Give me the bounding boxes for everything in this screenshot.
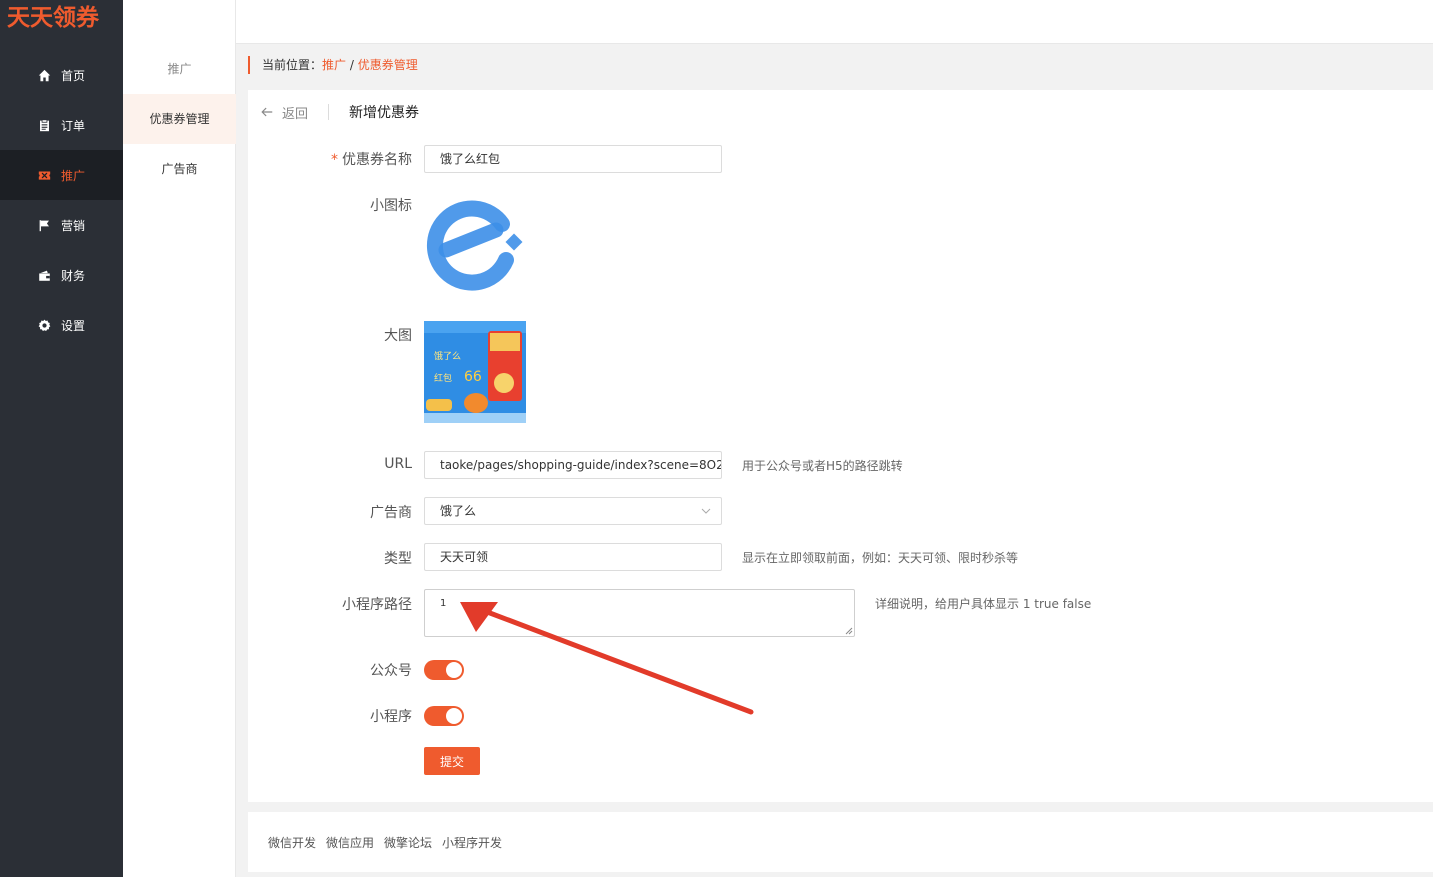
form-card: 返回 新增优惠券 *优惠券名称 饿了么红包 小图标 大图 饿了么 红包 66 bbox=[248, 90, 1433, 802]
footer-link-wechat-apps[interactable]: 微信应用 bbox=[326, 834, 374, 851]
mini-program-toggle[interactable] bbox=[424, 706, 464, 726]
svg-text:66: 66 bbox=[464, 369, 482, 385]
svg-text:饿了么: 饿了么 bbox=[434, 350, 461, 362]
sidebar-item-label: 设置 bbox=[61, 318, 86, 333]
big-image-label: 大图 bbox=[384, 328, 412, 344]
toggle-knob bbox=[446, 708, 462, 724]
wallet-icon bbox=[38, 269, 51, 282]
submenu-item-advertisers[interactable]: 广告商 bbox=[123, 144, 236, 194]
sidebar-item-label: 首页 bbox=[61, 68, 86, 83]
breadcrumb-prefix: 当前位置： bbox=[262, 58, 323, 72]
sidebar-item-orders[interactable]: 订单 bbox=[0, 100, 123, 150]
coupon-name-label-text: 优惠券名称 bbox=[342, 152, 412, 168]
breadcrumb-separator: / bbox=[346, 58, 358, 72]
mini-path-value: 1 bbox=[440, 598, 447, 609]
mini-path-textarea[interactable]: 1 bbox=[424, 589, 855, 637]
page-title: 新增优惠券 bbox=[349, 105, 420, 121]
footer-link-forum[interactable]: 微擎论坛 bbox=[384, 834, 432, 851]
back-label: 返回 bbox=[282, 106, 309, 122]
app-logo[interactable]: 天天领券 bbox=[0, 0, 123, 44]
breadcrumb-link-promotion[interactable]: 推广 bbox=[322, 58, 346, 72]
header-divider bbox=[328, 104, 330, 120]
ticket-icon bbox=[38, 169, 51, 182]
home-icon bbox=[38, 69, 51, 82]
footer-link-wechat-dev[interactable]: 微信开发 bbox=[268, 834, 316, 851]
advertiser-selected-value: 饿了么 bbox=[440, 504, 477, 518]
submit-button[interactable]: 提交 bbox=[424, 747, 480, 775]
arrow-left-icon bbox=[261, 107, 273, 117]
url-label: URL bbox=[384, 456, 412, 472]
resize-grip-icon[interactable] bbox=[845, 627, 853, 635]
sidebar-item-settings[interactable]: 设置 bbox=[0, 300, 123, 350]
clipboard-icon bbox=[38, 118, 51, 132]
type-label: 类型 bbox=[384, 551, 412, 567]
public-account-label: 公众号 bbox=[370, 663, 412, 679]
top-header bbox=[123, 0, 1433, 44]
sidebar-item-label: 营销 bbox=[61, 218, 86, 233]
eleme-logo-image[interactable] bbox=[424, 190, 526, 292]
required-mark: * bbox=[331, 152, 338, 168]
small-icon-label: 小图标 bbox=[370, 198, 412, 214]
banner-image[interactable]: 饿了么 红包 66 bbox=[424, 321, 526, 423]
flag-icon bbox=[38, 219, 51, 232]
url-input[interactable]: taoke/pages/shopping-guide/index?scene=8… bbox=[424, 451, 722, 479]
sidebar-item-marketing[interactable]: 营销 bbox=[0, 200, 123, 250]
gear-icon bbox=[38, 319, 51, 332]
main-sidebar: 天天领券 首页 订单 推广 营销 财务 设置 bbox=[0, 0, 123, 877]
secondary-menu: 推广 优惠券管理 广告商 bbox=[123, 0, 236, 877]
mini-program-label: 小程序 bbox=[370, 709, 412, 725]
footer-links: 微信开发 微信应用 微擎论坛 小程序开发 bbox=[268, 834, 502, 851]
advertiser-select[interactable]: 饿了么 bbox=[424, 497, 722, 525]
public-account-toggle[interactable] bbox=[424, 660, 464, 680]
breadcrumb-link-coupon-management[interactable]: 优惠券管理 bbox=[358, 58, 418, 72]
sidebar-item-label: 订单 bbox=[61, 118, 86, 133]
mini-path-hint: 详细说明，给用户具体显示 1 true false bbox=[875, 597, 1092, 611]
svg-text:红包: 红包 bbox=[434, 372, 452, 384]
page-header: 返回 新增优惠券 bbox=[260, 102, 419, 122]
sidebar-item-label: 财务 bbox=[61, 268, 86, 283]
submenu-item-coupon-management[interactable]: 优惠券管理 bbox=[123, 94, 236, 144]
type-input[interactable]: 天天可领 bbox=[424, 543, 722, 571]
toggle-knob bbox=[446, 662, 462, 678]
coupon-name-input[interactable]: 饿了么红包 bbox=[424, 145, 722, 173]
chevron-down-icon bbox=[701, 508, 711, 514]
type-hint: 显示在立即领取前面，例如：天天可领、限时秒杀等 bbox=[742, 551, 1019, 565]
main-nav: 首页 订单 推广 营销 财务 设置 bbox=[0, 50, 123, 350]
page-footer: 微信开发 微信应用 微擎论坛 小程序开发 bbox=[248, 812, 1433, 872]
advertiser-label: 广告商 bbox=[370, 505, 412, 521]
back-button[interactable]: 返回 bbox=[260, 103, 308, 122]
sidebar-item-finance[interactable]: 财务 bbox=[0, 250, 123, 300]
mini-path-label: 小程序路径 bbox=[342, 597, 412, 613]
sidebar-item-promotion[interactable]: 推广 bbox=[0, 150, 123, 200]
footer-link-miniprogram-dev[interactable]: 小程序开发 bbox=[442, 834, 502, 851]
sidebar-item-label: 推广 bbox=[61, 168, 86, 183]
submenu-title: 推广 bbox=[167, 62, 192, 76]
breadcrumb: 当前位置：推广 / 优惠券管理 bbox=[248, 56, 418, 74]
sidebar-item-home[interactable]: 首页 bbox=[0, 50, 123, 100]
url-hint: 用于公众号或者H5的路径跳转 bbox=[742, 459, 903, 473]
coupon-name-label: * 优惠券名称 bbox=[292, 149, 412, 169]
